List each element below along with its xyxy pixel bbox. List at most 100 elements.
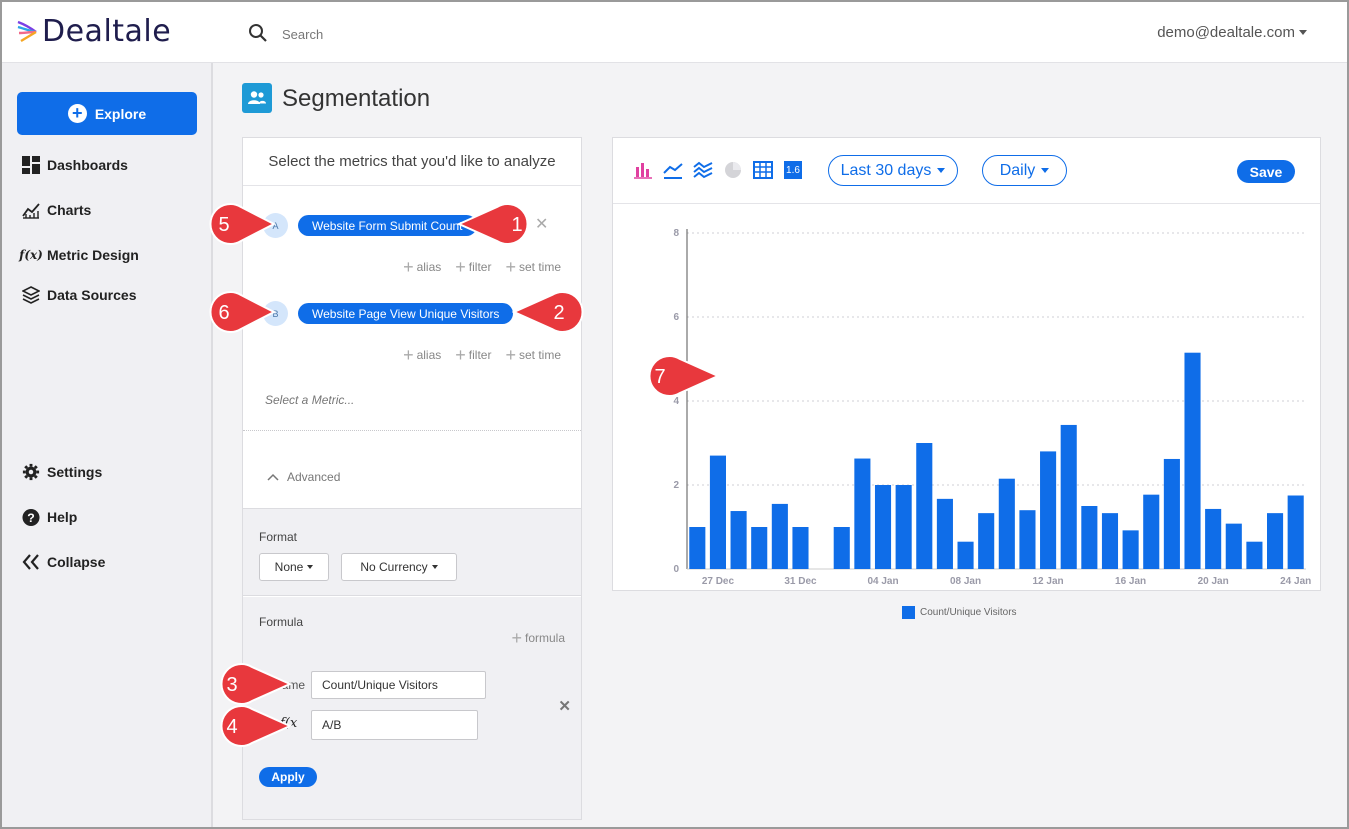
number-icon[interactable]: 1.6 [784,161,802,179]
advanced-toggle[interactable]: Advanced [267,470,340,484]
chart-legend[interactable]: Count/Unique Visitors [902,606,1017,619]
logo-mark-icon [17,20,37,42]
granularity-dropdown[interactable]: Daily [982,155,1067,186]
bar [771,503,788,569]
explore-button[interactable]: + Explore [17,92,197,135]
callout-number: 2 [553,302,564,324]
user-menu[interactable]: demo@dealtale.com [1157,24,1307,41]
search-input[interactable] [276,22,576,46]
set-time-button[interactable]: + set time [505,346,561,364]
callout-4: 4 [220,705,292,747]
date-range-value: Last 30 days [840,161,932,179]
alias-button[interactable]: + alias [403,258,441,276]
plus-icon: + [511,628,522,648]
bar [1246,541,1263,569]
bar [1143,494,1160,569]
bar [1267,513,1284,569]
callout-7: 7 [648,355,720,397]
format-value: None [274,560,304,574]
layers-icon [22,286,40,304]
chevron-down-icon [431,565,438,569]
line-chart-icon [22,201,40,219]
sidebar-item-help[interactable]: ? Help [22,508,77,526]
sidebar-item-data-sources[interactable]: Data Sources [22,286,136,304]
callout-number: 5 [218,214,229,236]
filter-button[interactable]: + filter [455,346,491,364]
sidebar-item-label: Metric Design [47,247,139,263]
metric-pill[interactable]: Website Page View Unique Visitors [298,303,514,324]
bar [998,478,1015,569]
pie-chart-icon[interactable] [723,161,743,179]
sidebar-item-settings[interactable]: Settings [22,463,102,481]
bar [1122,530,1139,569]
x-tick-label: 12 Jan [1033,576,1064,587]
date-range-dropdown[interactable]: Last 30 days [828,155,958,186]
sidebar-item-label: Settings [47,464,103,480]
format-dropdown[interactable]: None [259,553,329,581]
chevron-down-icon [937,168,946,173]
help-icon: ? [22,508,40,526]
dealtale-logo[interactable]: Dealtale [16,14,171,49]
formula-expression-input[interactable] [311,710,478,740]
set-time-button[interactable]: + set time [505,258,561,276]
line-chart-icon[interactable] [663,161,683,179]
bar [1060,424,1077,569]
select-metric-input[interactable]: Select a Metric... [265,393,354,407]
chart-toolbar: 1.6 Last 30 days Daily Save [613,138,1320,204]
y-tick-label: 2 [673,480,679,491]
double-chevron-left-icon [22,553,40,571]
bar [895,485,912,569]
metric-pill[interactable]: Website Form Submit Count [298,215,477,236]
x-tick-label: 27 Dec [702,576,735,587]
save-button[interactable]: Save [1237,160,1295,183]
sidebar-item-dashboards[interactable]: Dashboards [22,156,128,174]
plus-icon: + [455,257,466,277]
legend-swatch [902,606,915,619]
callout-number: 6 [218,302,229,324]
callout-number: 1 [511,214,522,236]
logo-text: Dealtale [42,14,172,49]
sidebar-item-charts[interactable]: Charts [22,201,91,219]
plus-circle-icon: + [67,104,87,123]
metric-actions-b: + alias + filter + set time [403,345,561,365]
bar [792,527,809,569]
format-label: Format [259,530,298,544]
alias-button[interactable]: + alias [403,345,441,365]
sidebar-item-label: Collapse [47,554,106,570]
search-icon[interactable] [248,23,268,43]
formula-name-input[interactable] [311,671,486,699]
bar-chart-icon[interactable] [633,161,653,179]
x-tick-label: 31 Dec [784,576,817,587]
bar [854,458,871,569]
callout-number: 3 [226,674,237,696]
chevron-down-icon [307,565,314,569]
metrics-panel-header: Select the metrics that you'd like to an… [243,138,581,186]
bar [978,513,995,569]
filter-button[interactable]: + filter [455,257,491,277]
bar [916,443,933,569]
segmentation-icon [242,83,272,113]
advanced-label: Advanced [287,470,341,484]
function-icon: f(x) [19,248,43,262]
add-formula-button[interactable]: + formula [511,628,565,648]
bar [1205,508,1222,569]
bar [1101,513,1119,569]
formula-section: Formula + formula Name f(x ✕ Apply [243,597,581,819]
bar [1184,352,1201,569]
sidebar: + Explore Dashboards Charts f(x) Metric … [0,63,213,829]
callout-number: 7 [654,366,665,388]
area-chart-icon[interactable] [693,161,713,179]
plus-icon: + [403,345,414,365]
sidebar-item-metric-design[interactable]: f(x) Metric Design [19,246,139,264]
close-icon[interactable]: ✕ [558,697,571,715]
apply-button[interactable]: Apply [259,767,317,787]
sidebar-item-collapse[interactable]: Collapse [22,553,105,571]
y-tick-label: 6 [673,312,679,323]
bar [1287,495,1304,569]
callout-number: 4 [226,716,237,738]
bar [709,455,726,569]
table-icon[interactable] [753,161,773,179]
currency-dropdown[interactable]: No Currency [341,553,457,581]
chevron-down-icon [1299,30,1307,35]
sidebar-item-label: Data Sources [47,287,137,303]
